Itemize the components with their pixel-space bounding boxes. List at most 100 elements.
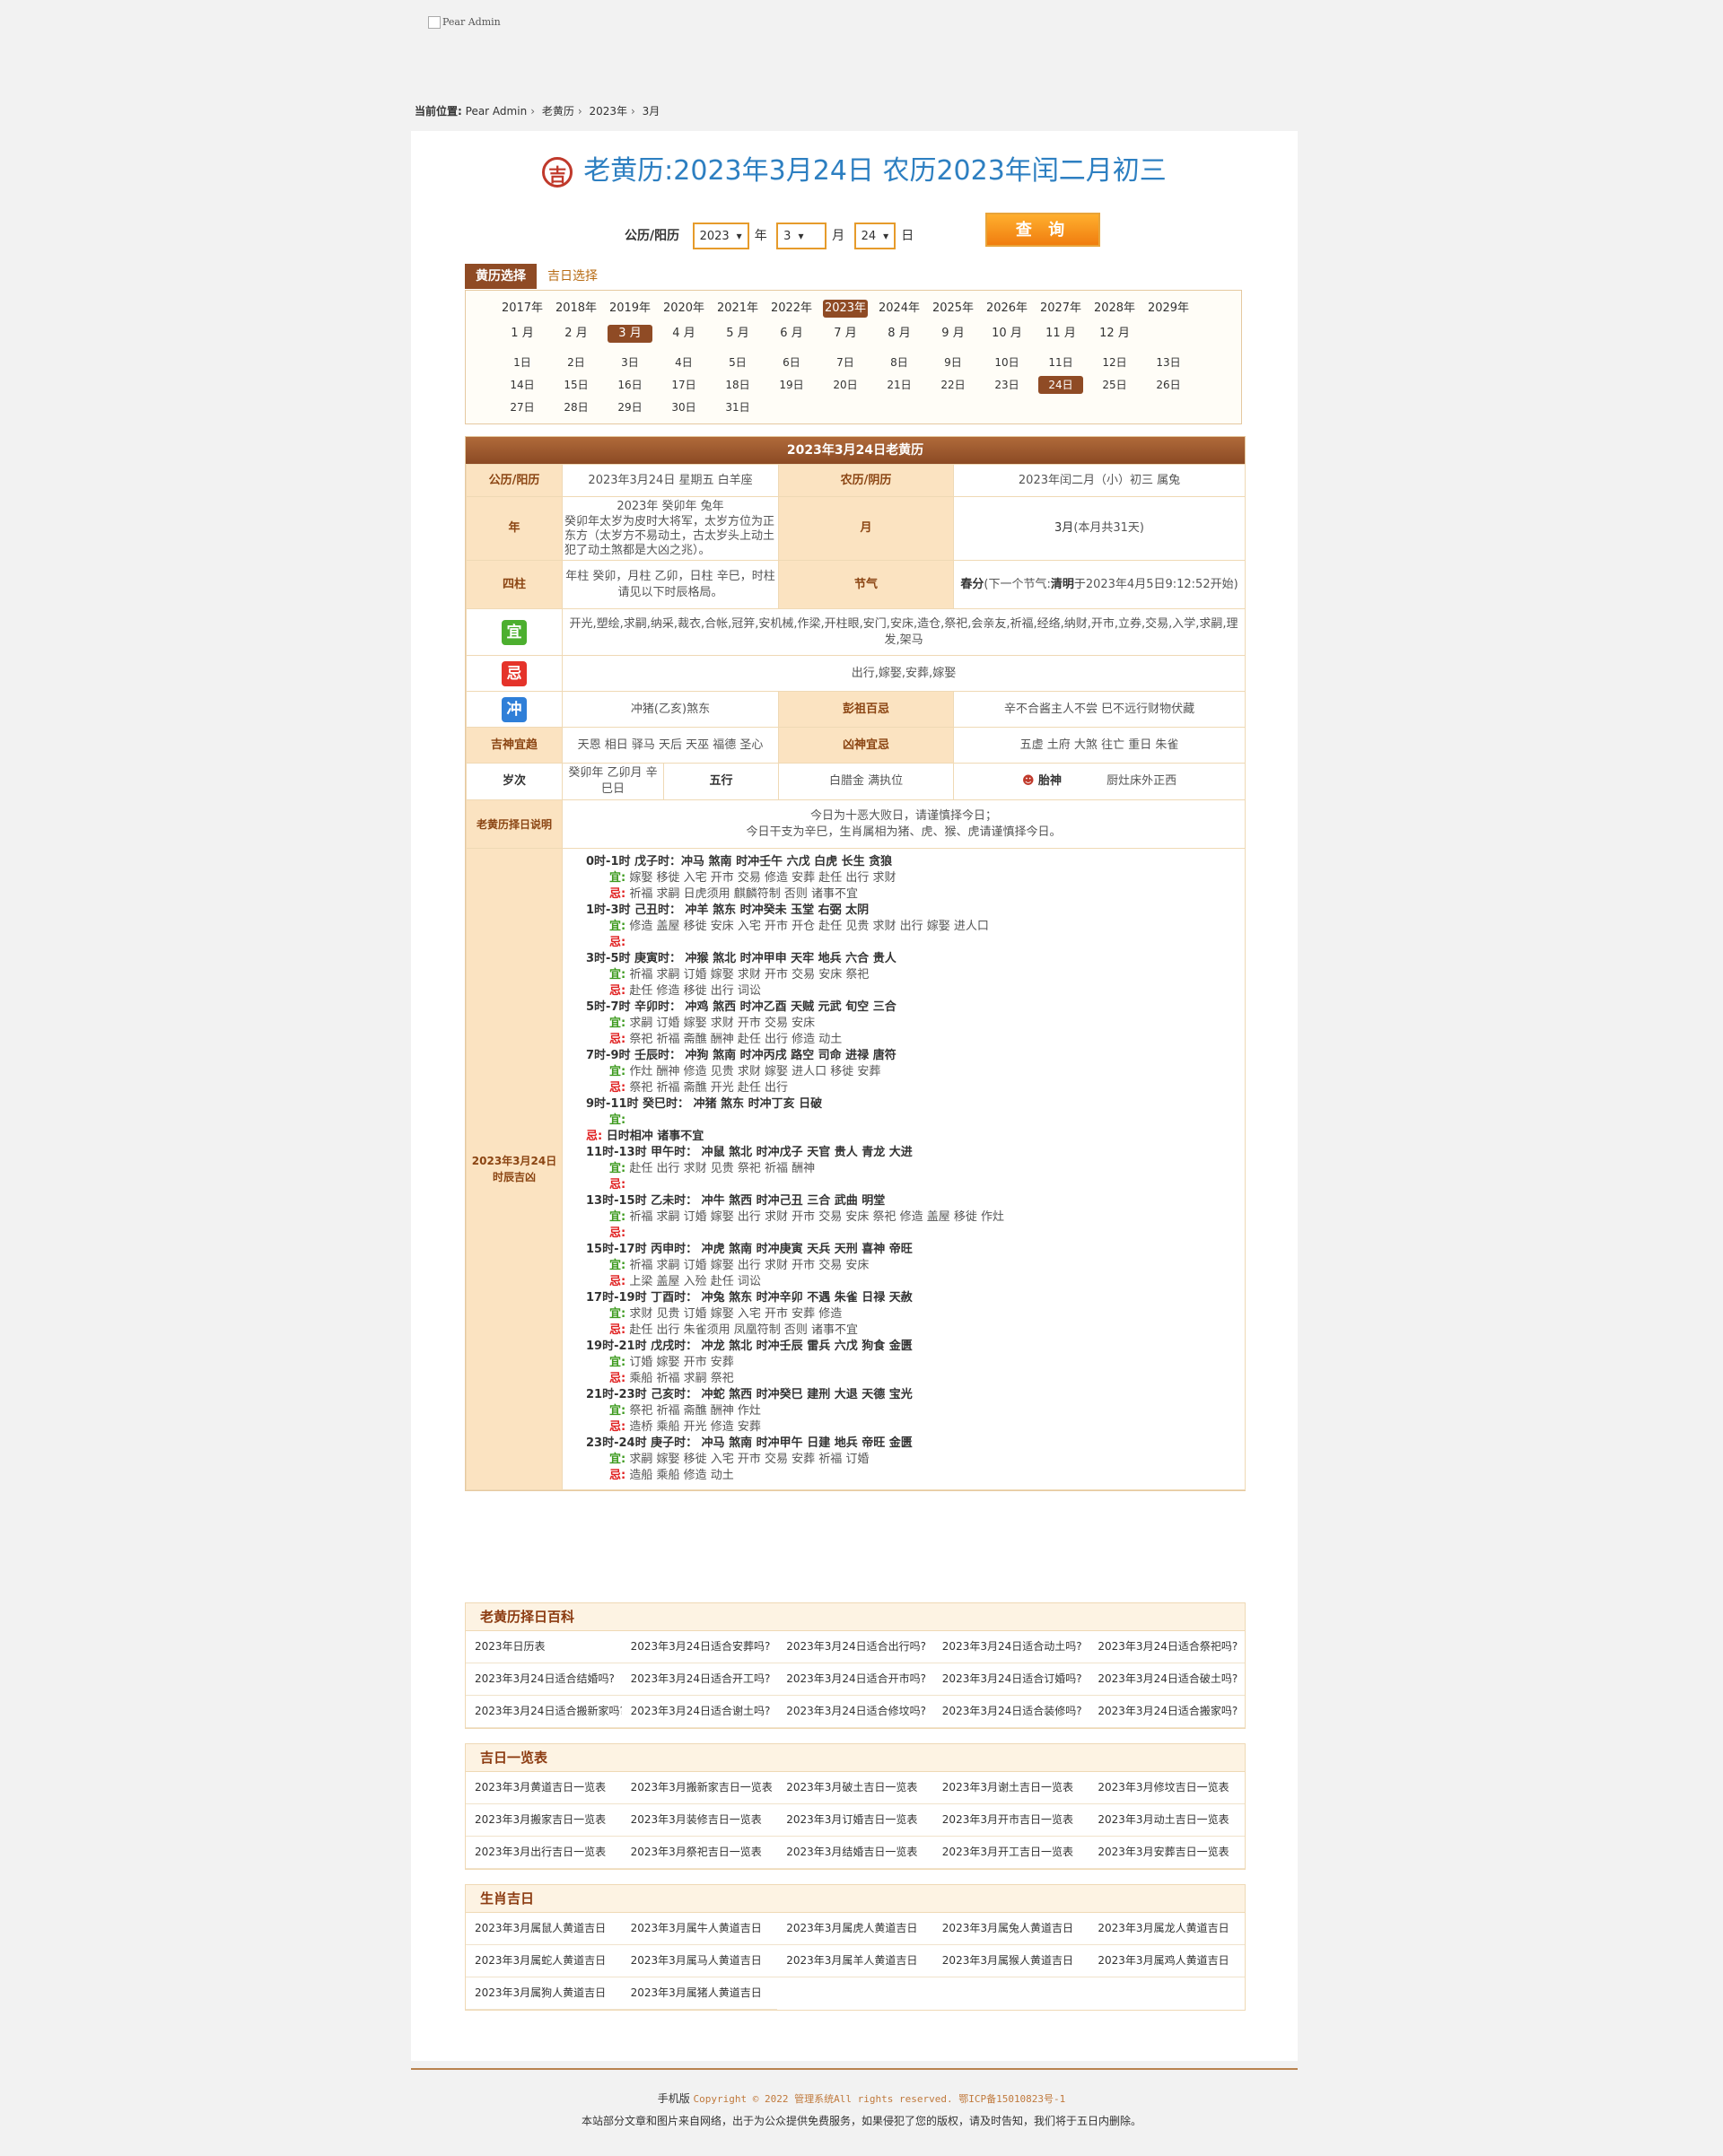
day-option[interactable]: 27日 xyxy=(500,398,545,416)
month-option[interactable]: 2 月 xyxy=(554,325,599,343)
day-option[interactable]: 30日 xyxy=(661,398,706,416)
section-link[interactable]: 2023年3月24日适合动土吗? xyxy=(932,1631,1089,1663)
site-logo[interactable]: Pear Admin xyxy=(428,16,501,29)
day-option[interactable]: 31日 xyxy=(715,398,760,416)
section-link[interactable]: 2023年3月开工吉日一览表 xyxy=(932,1837,1089,1869)
month-option[interactable]: 5 月 xyxy=(715,325,760,343)
day-option[interactable]: 23日 xyxy=(984,376,1029,394)
section-link[interactable]: 2023年3月搬新家吉日一览表 xyxy=(621,1772,778,1804)
day-option[interactable]: 3日 xyxy=(608,354,652,371)
day-option[interactable]: 17日 xyxy=(661,376,706,394)
day-option[interactable]: 19日 xyxy=(769,376,814,394)
section-link[interactable]: 2023年3月24日适合订婚吗? xyxy=(932,1663,1089,1696)
section-link[interactable]: 2023年3月24日适合装修吗? xyxy=(932,1696,1089,1728)
section-link[interactable]: 2023年3月破土吉日一览表 xyxy=(777,1772,933,1804)
section-link[interactable]: 2023年3月24日适合安葬吗? xyxy=(621,1631,778,1663)
day-option[interactable]: 2日 xyxy=(554,354,599,371)
month-option[interactable]: 3 月 xyxy=(608,325,652,343)
section-link[interactable]: 2023年3月24日适合搬家吗? xyxy=(1089,1696,1245,1728)
section-link[interactable]: 2023年3月24日适合出行吗? xyxy=(777,1631,933,1663)
day-option[interactable]: 21日 xyxy=(877,376,922,394)
year-option[interactable]: 2029年 xyxy=(1146,300,1191,318)
month-option[interactable]: 8 月 xyxy=(877,325,922,343)
section-link[interactable]: 2023年日历表 xyxy=(466,1631,622,1663)
section-link[interactable]: 2023年3月24日适合祭祀吗? xyxy=(1089,1631,1245,1663)
day-option[interactable]: 28日 xyxy=(554,398,599,416)
month-option[interactable]: 11 月 xyxy=(1038,325,1083,343)
year-option[interactable]: 2020年 xyxy=(661,300,706,318)
day-option[interactable]: 7日 xyxy=(823,354,868,371)
day-option[interactable]: 24日 xyxy=(1038,376,1083,394)
year-option[interactable]: 2027年 xyxy=(1038,300,1083,318)
breadcrumb-item[interactable]: Pear Admin xyxy=(466,105,528,118)
month-option[interactable]: 4 月 xyxy=(661,325,706,343)
section-link[interactable]: 2023年3月属猪人黄道吉日 xyxy=(621,1977,778,2010)
section-link[interactable]: 2023年3月24日适合结婚吗? xyxy=(466,1663,622,1696)
year-option[interactable]: 2024年 xyxy=(877,300,922,318)
section-link[interactable]: 2023年3月24日适合破土吗? xyxy=(1089,1663,1245,1696)
section-link[interactable]: 2023年3月订婚吉日一览表 xyxy=(777,1804,933,1837)
month-option[interactable]: 7 月 xyxy=(823,325,868,343)
breadcrumb-item[interactable]: 3月 xyxy=(643,105,660,118)
year-option[interactable]: 2025年 xyxy=(931,300,975,318)
breadcrumb-item[interactable]: 2023年 xyxy=(589,105,627,118)
day-option[interactable]: 15日 xyxy=(554,376,599,394)
month-option[interactable]: 12 月 xyxy=(1092,325,1137,343)
day-option[interactable]: 14日 xyxy=(500,376,545,394)
year-select[interactable]: 2023 xyxy=(692,223,749,249)
section-link[interactable]: 2023年3月属鼠人黄道吉日 xyxy=(466,1913,622,1945)
day-option[interactable]: 6日 xyxy=(769,354,814,371)
tab-lucky-day-select[interactable]: 吉日选择 xyxy=(537,264,608,289)
section-link[interactable]: 2023年3月属虎人黄道吉日 xyxy=(777,1913,933,1945)
section-link[interactable]: 2023年3月24日适合开市吗? xyxy=(777,1663,933,1696)
month-option[interactable]: 1 月 xyxy=(500,325,545,343)
day-option[interactable]: 8日 xyxy=(877,354,922,371)
year-option[interactable]: 2023年 xyxy=(823,300,868,318)
section-link[interactable]: 2023年3月属狗人黄道吉日 xyxy=(466,1977,622,2010)
section-link[interactable]: 2023年3月属兔人黄道吉日 xyxy=(932,1913,1089,1945)
section-link[interactable]: 2023年3月动土吉日一览表 xyxy=(1089,1804,1245,1837)
tab-almanac-select[interactable]: 黄历选择 xyxy=(465,264,537,289)
section-link[interactable]: 2023年3月黄道吉日一览表 xyxy=(466,1772,622,1804)
section-link[interactable]: 2023年3月装修吉日一览表 xyxy=(621,1804,778,1837)
year-option[interactable]: 2021年 xyxy=(715,300,760,318)
section-link[interactable]: 2023年3月属蛇人黄道吉日 xyxy=(466,1945,622,1977)
section-link[interactable]: 2023年3月24日适合搬新家吗? xyxy=(466,1696,622,1728)
section-link[interactable]: 2023年3月搬家吉日一览表 xyxy=(466,1804,622,1837)
section-link[interactable]: 2023年3月开市吉日一览表 xyxy=(932,1804,1089,1837)
day-option[interactable]: 4日 xyxy=(661,354,706,371)
day-option[interactable]: 12日 xyxy=(1092,354,1137,371)
section-link[interactable]: 2023年3月24日适合修坟吗? xyxy=(777,1696,933,1728)
year-option[interactable]: 2026年 xyxy=(984,300,1029,318)
section-link[interactable]: 2023年3月24日适合开工吗? xyxy=(621,1663,778,1696)
year-option[interactable]: 2018年 xyxy=(554,300,599,318)
day-option[interactable]: 22日 xyxy=(931,376,975,394)
section-link[interactable]: 2023年3月出行吉日一览表 xyxy=(466,1837,622,1869)
day-option[interactable]: 11日 xyxy=(1038,354,1083,371)
section-link[interactable]: 2023年3月24日适合谢土吗? xyxy=(621,1696,778,1728)
day-option[interactable]: 1日 xyxy=(500,354,545,371)
year-option[interactable]: 2017年 xyxy=(500,300,545,318)
section-link[interactable]: 2023年3月修坟吉日一览表 xyxy=(1089,1772,1245,1804)
month-option[interactable]: 9 月 xyxy=(931,325,975,343)
month-option[interactable]: 10 月 xyxy=(984,325,1029,343)
breadcrumb-item[interactable]: 老黄历 xyxy=(542,105,574,118)
day-option[interactable]: 20日 xyxy=(823,376,868,394)
query-button[interactable]: 查 询 xyxy=(985,213,1100,247)
day-option[interactable]: 18日 xyxy=(715,376,760,394)
year-option[interactable]: 2022年 xyxy=(769,300,814,318)
day-option[interactable]: 9日 xyxy=(931,354,975,371)
section-link[interactable]: 2023年3月结婚吉日一览表 xyxy=(777,1837,933,1869)
section-link[interactable]: 2023年3月属马人黄道吉日 xyxy=(621,1945,778,1977)
section-link[interactable]: 2023年3月属龙人黄道吉日 xyxy=(1089,1913,1245,1945)
year-option[interactable]: 2019年 xyxy=(608,300,652,318)
day-option[interactable]: 16日 xyxy=(608,376,652,394)
day-option[interactable]: 5日 xyxy=(715,354,760,371)
month-select[interactable]: 3 xyxy=(776,223,827,249)
day-select[interactable]: 24 xyxy=(853,223,896,249)
section-link[interactable]: 2023年3月谢土吉日一览表 xyxy=(932,1772,1089,1804)
day-option[interactable]: 25日 xyxy=(1092,376,1137,394)
month-option[interactable]: 6 月 xyxy=(769,325,814,343)
section-link[interactable]: 2023年3月属猴人黄道吉日 xyxy=(932,1945,1089,1977)
section-link[interactable]: 2023年3月属牛人黄道吉日 xyxy=(621,1913,778,1945)
